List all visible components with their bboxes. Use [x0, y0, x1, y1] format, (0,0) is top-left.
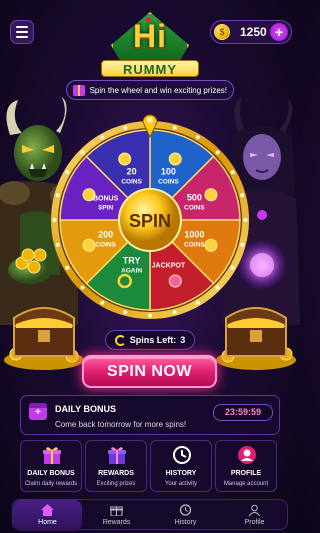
- wheel-light: [230, 265, 235, 270]
- wheel-light: [52, 218, 57, 222]
- wheel-segment-sublabel: COINS: [184, 241, 205, 248]
- clock-icon: [173, 446, 191, 464]
- daily-bonus-title: DAILY BONUS: [55, 404, 117, 414]
- wheel-light: [215, 150, 220, 155]
- wheel-light: [243, 218, 248, 222]
- bonus-countdown-timer: 23:59:59: [213, 404, 273, 421]
- daily-bonus-subtitle: Come back tomorrow for more spins!: [55, 420, 187, 429]
- wheel-light: [195, 300, 200, 305]
- wheel-segment-label: BONUS: [93, 196, 119, 203]
- quick-action-profile[interactable]: PROFILE Manage account: [215, 440, 277, 492]
- gift-icon: [168, 274, 182, 288]
- spins-left-indicator: Spins Left: 3: [105, 330, 195, 350]
- wheel-light: [172, 125, 177, 130]
- wheel-segment-sublabel: COINS: [184, 205, 205, 212]
- wheel-segment-label: 100: [161, 167, 176, 177]
- wheel-segment-sublabel: COINS: [121, 179, 142, 186]
- wheel-light: [100, 300, 105, 305]
- gift-icon: [110, 506, 123, 516]
- user-icon: [238, 446, 256, 464]
- quick-action-title: PROFILE: [230, 470, 262, 477]
- hamburger-icon: [16, 26, 28, 28]
- wheel-segment-sublabel: COINS: [95, 241, 116, 248]
- coin-icon: [118, 152, 132, 166]
- gift-box-icon: [108, 447, 126, 464]
- gift-icon: [43, 447, 61, 464]
- calendar-plus-icon: +: [29, 403, 47, 420]
- app-logo: ♥ Hi RUMMY: [95, 12, 205, 77]
- wheel-light: [65, 265, 70, 270]
- home-icon: [41, 504, 54, 516]
- nav-label: Profile: [244, 519, 265, 526]
- wheel-segment-label: 200: [98, 229, 113, 239]
- spin-now-button[interactable]: SPIN NOW: [82, 355, 217, 388]
- add-coins-button[interactable]: +: [270, 23, 288, 41]
- quick-action-subtitle: Your activity: [164, 481, 198, 487]
- wheel-light: [55, 242, 60, 247]
- wheel-light: [215, 285, 220, 290]
- coin-pile-icon: [204, 238, 218, 252]
- logo-rummy-text: RUMMY: [101, 60, 199, 77]
- wheel-light: [100, 135, 105, 140]
- quick-action-rewards[interactable]: REWARDS Exciting prizes: [85, 440, 147, 492]
- coin-stack-icon: [204, 188, 218, 202]
- gift-icon: [73, 84, 85, 96]
- daily-bonus-card[interactable]: + DAILY BONUS Come back tomorrow for mor…: [20, 395, 280, 435]
- quick-action-title: HISTORY: [165, 470, 197, 477]
- wheel-light: [123, 125, 128, 130]
- wheel-light: [80, 285, 85, 290]
- nav-rewards[interactable]: Rewards: [82, 500, 151, 531]
- spins-left-label: Spins Left:: [129, 335, 177, 345]
- quick-action-subtitle: Manage account: [223, 481, 269, 487]
- quick-action-subtitle: Exciting prizes: [96, 481, 136, 487]
- promo-text: Spin the wheel and win exciting prizes!: [89, 85, 227, 95]
- menu-button[interactable]: [10, 20, 34, 44]
- wheel-light: [65, 170, 70, 175]
- wheel-light: [240, 242, 245, 247]
- quick-action-title: REWARDS: [98, 470, 134, 477]
- wheel-light: [80, 150, 85, 155]
- wheel-light: [230, 170, 235, 175]
- nav-home[interactable]: Home: [13, 500, 82, 531]
- nav-label: Rewards: [102, 519, 131, 526]
- refresh-icon: [114, 334, 126, 346]
- wheel-segment-sublabel: COINS: [158, 179, 179, 186]
- prize-wheel[interactable]: 100 COINS 500 COINS 1000 COINS JACKPOT TRY AGAIN…: [50, 120, 250, 320]
- wheel-light: [240, 193, 245, 198]
- wheel-segment-sublabel: SPIN: [98, 205, 113, 212]
- bottom-navigation: Home Rewards History Profile: [12, 499, 289, 531]
- wheel-segment-label: 1000: [184, 229, 204, 239]
- wheel-light: [172, 310, 177, 315]
- quick-action-subtitle: Claim daily rewards: [24, 481, 78, 487]
- nav-history[interactable]: History: [151, 500, 220, 531]
- quick-action-history[interactable]: HISTORY Your activity: [150, 440, 212, 492]
- wheel-segment-label: 500: [187, 193, 202, 203]
- wheel-light: [123, 310, 128, 315]
- wheel-pointer-icon: [142, 114, 158, 138]
- nav-label: History: [174, 519, 197, 526]
- user-icon: [248, 504, 261, 516]
- wheel-light: [148, 313, 152, 318]
- nav-profile[interactable]: Profile: [220, 500, 289, 531]
- clock-icon: [179, 504, 192, 516]
- coin-icon: [82, 238, 96, 252]
- wheel-segment-label: TRY: [123, 255, 141, 265]
- coin-icon: $: [214, 24, 230, 40]
- coin-balance: $ 1250 +: [210, 20, 292, 44]
- wheel-light: [55, 193, 60, 198]
- quick-action-daily-bonus[interactable]: DAILY BONUS Claim daily rewards: [20, 440, 82, 492]
- spin-hub-label: SPIN: [129, 211, 171, 231]
- logo-hi-text: Hi: [133, 18, 167, 54]
- wheel-segment-sublabel: AGAIN: [121, 267, 142, 274]
- wheel-segment-label: 20: [127, 167, 137, 177]
- coin-count: 1250: [240, 25, 267, 39]
- quick-action-title: DAILY BONUS: [27, 470, 75, 477]
- coin-icon: [168, 152, 182, 166]
- spins-left-count: 3: [180, 335, 186, 345]
- nav-label: Home: [38, 519, 57, 526]
- promo-banner: Spin the wheel and win exciting prizes!: [66, 80, 234, 100]
- wheel-segment-label: JACKPOT: [152, 262, 186, 269]
- wheel-light: [195, 135, 200, 140]
